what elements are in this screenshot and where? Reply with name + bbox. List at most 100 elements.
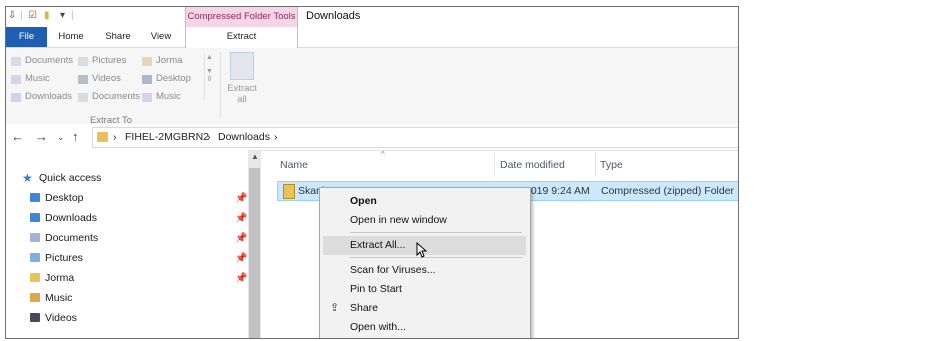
column-divider[interactable] [494,152,495,177]
recent-locations-chevron-icon[interactable]: ⌄ [57,132,65,143]
extract-to-jorma[interactable]: Jorma [142,53,182,69]
extract-to-label: Documents [92,91,141,102]
ribbon-gallery-scroll[interactable]: ▲ ▼ ⊽ [204,54,214,100]
downloads-folder-icon [11,93,21,102]
quick-access-item[interactable]: ★ Quick access [18,169,101,187]
file-type: Compressed (zipped) Folder [601,185,735,197]
documents-folder-icon [11,57,21,66]
extract-to-label: Music [25,73,50,84]
breadcrumb-downloads[interactable]: Downloads [218,131,270,143]
extract-to-documents-2[interactable]: Documents [78,89,140,105]
nav-item-pictures[interactable]: Pictures [28,249,83,267]
downloads-folder-icon [97,132,108,142]
menu-item-label: Share [350,302,379,314]
pin-icon[interactable]: 📌 [235,213,247,224]
column-divider[interactable] [595,152,596,177]
nav-item-label: Videos [45,312,77,324]
nav-item-jorma[interactable]: Jorma [28,269,74,287]
desktop-folder-icon [30,193,40,202]
sort-ascending-icon: ^ [381,150,385,159]
breadcrumb-separator: › [207,131,211,143]
nav-item-label: Pictures [45,252,83,264]
menu-item-open-with[interactable]: Open with... [320,318,530,337]
breadcrumb-computer[interactable]: FIHEL-2MGBRN2 [125,131,209,143]
tab-share[interactable]: Share [100,27,136,47]
up-arrow-icon[interactable]: ↑ [72,129,79,144]
zip-folder-icon [283,184,295,199]
nav-item-videos[interactable]: Videos [28,309,77,327]
back-arrow-icon[interactable]: ← [11,129,24,144]
navigation-bar: ← → ⌄ ↑ › FIHEL-2MGBRN2 › Downloads › [6,124,738,151]
toolbar-divider: | [71,10,74,21]
nav-item-music[interactable]: Music [28,289,72,307]
scroll-up-icon[interactable]: ▲ [251,152,259,161]
extract-to-music[interactable]: Music [11,71,50,87]
nav-item-desktop[interactable]: Desktop [28,189,84,207]
folder-icon [30,273,40,282]
nav-item-label: Music [45,292,73,304]
ribbon-separator [220,52,221,118]
menu-item-label: Extract All... [350,239,406,251]
extract-all-label-1: Extract [227,83,257,94]
menu-item-open[interactable]: Open [320,192,530,211]
menu-item-label: Scan for Viruses... [350,264,436,276]
column-header-name[interactable]: Name [280,159,308,171]
extract-all-label-2: all [237,94,247,105]
extract-to-label: Videos [92,73,121,84]
quick-access-toolbar-icon[interactable]: ⇩ [8,10,16,21]
navigation-pane-scrollbar[interactable]: ▲ [248,150,261,338]
menu-item-label: Pin to Start [350,283,402,295]
column-header-date-modified[interactable]: Date modified [500,159,565,171]
extract-to-label: Music [156,91,181,102]
extract-to-pictures[interactable]: Pictures [78,53,126,69]
extract-to-videos[interactable]: Videos [78,71,121,87]
pin-icon[interactable]: 📌 [235,273,247,284]
menu-item-pin-to-start[interactable]: Pin to Start [320,280,530,299]
pin-icon[interactable]: 📌 [235,193,247,204]
tab-view[interactable]: View [146,27,176,47]
desktop-folder-icon [142,75,152,84]
share-icon: ⇪ [330,302,340,314]
folder-icon [142,57,152,66]
extract-all-button[interactable]: Extract all [227,52,257,105]
column-header-type[interactable]: Type [600,159,623,171]
pin-icon[interactable]: 📌 [235,233,247,244]
extract-all-icon [230,52,254,80]
extract-to-music-2[interactable]: Music [142,89,181,105]
context-menu: Open Open in new window Extract All... S… [319,187,531,338]
extract-to-label: Downloads [25,91,72,102]
menu-item-label: Open with... [350,321,407,333]
scrollbar-thumb[interactable] [249,168,260,338]
pictures-folder-icon [78,57,88,66]
documents-folder-icon [78,93,88,102]
documents-folder-icon [30,233,40,242]
address-bar[interactable]: › FIHEL-2MGBRN2 › Downloads › [92,127,738,148]
new-folder-icon[interactable]: ▮ [44,10,50,21]
pin-icon[interactable]: 📌 [235,253,247,264]
menu-item-share[interactable]: ⇪ Share [320,299,530,318]
nav-item-documents[interactable]: Documents [28,229,98,247]
properties-icon[interactable]: ☑ [28,10,37,21]
title-bar: ⇩ | ☑ ▮ ▾ | Compressed Folder Tools Down… [6,7,738,27]
extract-to-documents[interactable]: Documents [11,53,73,69]
tab-file[interactable]: File [6,27,47,47]
nav-item-downloads[interactable]: Downloads [28,209,97,227]
menu-item-open-new-window[interactable]: Open in new window [320,211,530,230]
extract-to-label: Jorma [156,55,183,66]
quick-access-label: Quick access [39,172,102,184]
toolbar-divider: | [20,10,23,21]
tab-extract[interactable]: Extract [185,27,298,48]
extract-to-desktop[interactable]: Desktop [142,71,191,87]
videos-folder-icon [30,313,40,322]
ribbon-tabs: File Home Share View Extract [6,27,738,48]
compressed-folder-tools-header: Compressed Folder Tools [185,7,298,27]
menu-item-scan-for-viruses[interactable]: Scan for Viruses... [320,261,530,280]
breadcrumb-separator: › [113,131,117,143]
extract-to-downloads[interactable]: Downloads [11,89,72,105]
tab-home[interactable]: Home [54,27,88,47]
file-date-modified: 2019 9:24 AM [525,185,590,197]
customize-toolbar-icon[interactable]: ▾ [60,10,65,21]
nav-item-label: Downloads [45,212,97,224]
forward-arrow-icon[interactable]: → [35,129,48,144]
navigation-pane: ★ Quick access Desktop Downloads Documen… [6,150,248,338]
